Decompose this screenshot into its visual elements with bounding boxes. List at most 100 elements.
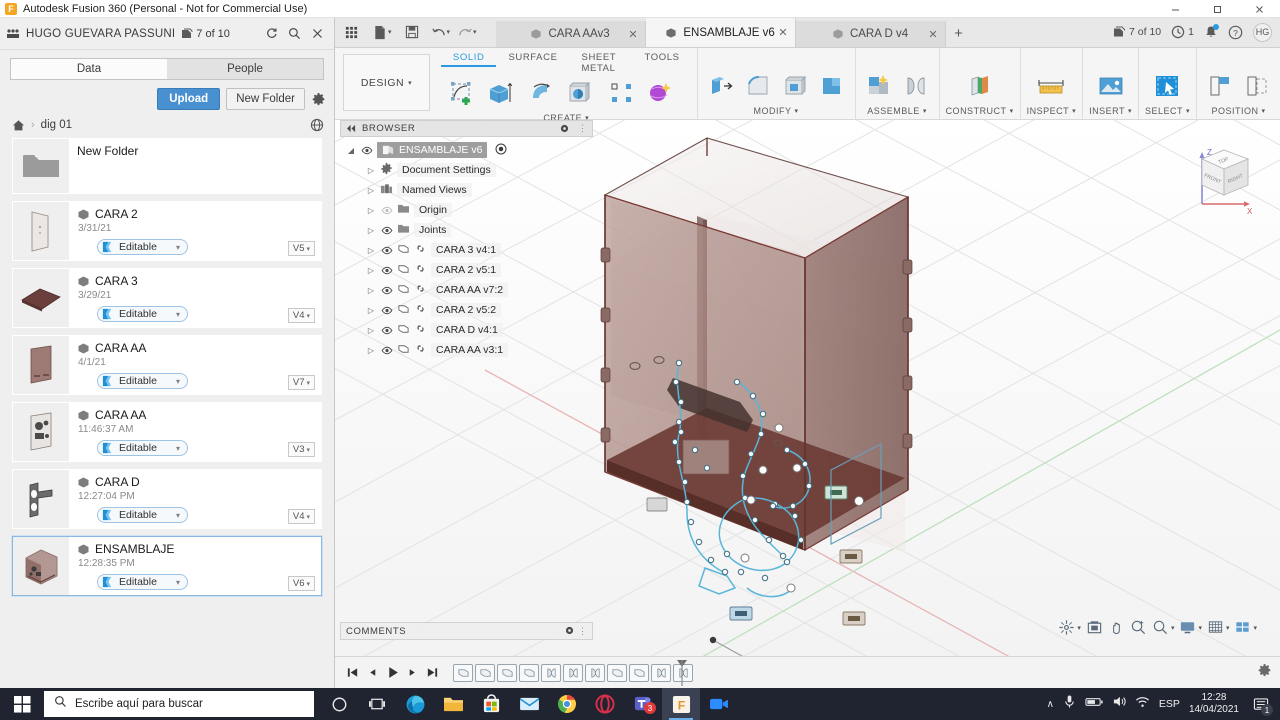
view-cube[interactable]: Z X TOP FRONT RIGHT <box>1188 138 1262 218</box>
tab-data[interactable]: Data <box>10 58 167 80</box>
volume-icon[interactable] <box>1112 695 1126 713</box>
doc-tab-cara-d[interactable]: CARA D v4 ✕ <box>795 21 946 47</box>
permission-dropdown[interactable]: Editable ▾ <box>97 239 188 255</box>
visibility-eye-icon[interactable] <box>380 326 393 335</box>
refresh-icon[interactable] <box>265 27 278 40</box>
notifications-button[interactable] <box>1204 24 1219 39</box>
look-at-button[interactable] <box>1085 617 1104 638</box>
panel-label-assemble[interactable]: ASSEMBLE ▾ <box>867 105 927 119</box>
insert-mcmaster-button[interactable] <box>1094 69 1128 103</box>
panel-label-construct[interactable]: CONSTRUCT ▾ <box>946 105 1014 119</box>
list-item[interactable]: CARA AA 4/1/21 Editable ▾ V7 ▾ <box>12 335 322 395</box>
visibility-eye-icon[interactable] <box>380 246 393 255</box>
expand-triangle-icon[interactable]: ▷ <box>366 326 376 335</box>
collapse-left-icon[interactable] <box>346 120 357 138</box>
visibility-eye-icon[interactable] <box>380 346 393 355</box>
timeline-feature[interactable] <box>629 663 649 682</box>
expand-triangle-icon[interactable]: ▷ <box>366 286 376 295</box>
avatar[interactable]: HG <box>1253 22 1272 42</box>
tab-people[interactable]: People <box>167 58 324 80</box>
list-item[interactable]: New Folder <box>12 138 322 194</box>
expand-triangle-icon[interactable]: ▷ <box>366 186 376 195</box>
viewports-button[interactable]: ▾ <box>1233 617 1258 638</box>
close-icon[interactable]: ✕ <box>778 26 787 39</box>
permission-dropdown[interactable]: Editable ▾ <box>97 306 188 322</box>
measure-button[interactable] <box>1034 69 1068 103</box>
opera-button[interactable] <box>586 688 624 720</box>
zoom-app-button[interactable] <box>700 688 738 720</box>
rib-button[interactable] <box>605 76 639 110</box>
capture-position-button[interactable] <box>1203 69 1237 103</box>
tree-node-cara-2-v5-1[interactable]: ▷ CARA 2 v5:1 <box>344 260 593 280</box>
battery-icon[interactable] <box>1085 695 1103 713</box>
expand-triangle-icon[interactable]: ▷ <box>366 246 376 255</box>
microphone-icon[interactable] <box>1063 694 1076 714</box>
play-button[interactable] <box>383 663 401 683</box>
combine-button[interactable] <box>815 69 849 103</box>
root-radio-icon[interactable] <box>495 143 507 158</box>
hole-button[interactable] <box>562 76 596 110</box>
zoom-button[interactable] <box>1129 617 1148 638</box>
timeline-feature[interactable] <box>585 663 605 682</box>
offset-plane-button[interactable] <box>963 69 997 103</box>
file-explorer-button[interactable] <box>434 688 472 720</box>
undo-button[interactable]: ▾ <box>429 24 454 41</box>
browser-options-icon[interactable] <box>560 120 569 138</box>
tree-node-named-views[interactable]: ▷ Named Views <box>344 180 593 200</box>
permission-dropdown[interactable]: Editable ▾ <box>97 373 188 389</box>
expand-triangle-icon[interactable]: ◢ <box>346 146 356 155</box>
windows-start-icon[interactable] <box>0 688 44 720</box>
visibility-eye-icon[interactable] <box>380 266 393 275</box>
tree-node-document-settings[interactable]: ▷ Document Settings <box>344 160 593 180</box>
visibility-eye-icon[interactable] <box>380 286 393 295</box>
visibility-eye-icon[interactable] <box>380 206 393 215</box>
tree-node-cara-aa-v3-1[interactable]: ▷ CARA AA v3:1 <box>344 340 593 360</box>
new-component-button[interactable] <box>862 69 896 103</box>
cortana-button[interactable] <box>320 688 358 720</box>
minimize-button[interactable] <box>1154 0 1196 18</box>
language-indicator[interactable]: ESP <box>1159 698 1180 710</box>
new-folder-button[interactable]: New Folder <box>226 88 305 110</box>
close-icon[interactable]: ✕ <box>928 28 937 41</box>
list-item-selected[interactable]: ENSAMBLAJE 12:28:35 PM Editable ▾ V6 ▾ <box>12 536 322 596</box>
save-button[interactable] <box>402 23 422 41</box>
list-item[interactable]: CARA AA 11:46:37 AM Editable ▾ V3 ▾ <box>12 402 322 462</box>
visibility-eye-icon[interactable] <box>380 226 393 235</box>
mail-button[interactable] <box>510 688 548 720</box>
close-button[interactable] <box>1238 0 1280 18</box>
3d-viewport[interactable]: BROWSER ⋮ ◢ ENSAMBLAJE v6 ▷ Document Set… <box>335 120 1280 688</box>
job-status-button[interactable]: 1 <box>1171 25 1194 39</box>
step-back-button[interactable] <box>363 663 381 683</box>
data-panel-file-list[interactable]: New Folder CARA 2 3/31/21 Editable ▾ V5 … <box>0 138 334 678</box>
timeline-feature[interactable] <box>519 663 539 682</box>
tree-node-cara-2-v5-2[interactable]: ▷ CARA 2 v5:2 <box>344 300 593 320</box>
panel-label-modify[interactable]: MODIFY ▾ <box>754 105 799 119</box>
revert-position-button[interactable] <box>1240 69 1274 103</box>
fusion-button[interactable]: F <box>662 688 700 720</box>
permission-dropdown[interactable]: Editable ▾ <box>97 507 188 523</box>
ribbon-tab-tools[interactable]: TOOLS <box>633 48 692 65</box>
wifi-icon[interactable] <box>1135 695 1150 713</box>
expand-triangle-icon[interactable]: ▷ <box>366 226 376 235</box>
list-item[interactable]: CARA D 12:27:04 PM Editable ▾ V4 ▾ <box>12 469 322 529</box>
timeline-feature[interactable] <box>541 663 561 682</box>
fit-button[interactable]: ▾ <box>1151 617 1176 638</box>
tray-chevron-icon[interactable]: ∧ <box>1047 699 1054 710</box>
press-pull-button[interactable] <box>704 69 738 103</box>
home-icon[interactable] <box>12 119 25 132</box>
fillet-button[interactable] <box>741 69 775 103</box>
globe-icon[interactable] <box>310 118 324 132</box>
comments-options-icon[interactable] <box>565 622 574 640</box>
tree-node-joints[interactable]: ▷ Joints <box>344 220 593 240</box>
orbit-button[interactable]: ▾ <box>1057 617 1082 638</box>
redo-button[interactable]: ▾ <box>455 24 480 41</box>
grid-snaps-button[interactable]: ▾ <box>1206 617 1231 638</box>
version-badge[interactable]: V6 ▾ <box>287 576 315 591</box>
taskbar-search-box[interactable]: Escribe aquí para buscar <box>44 691 314 717</box>
store-button[interactable] <box>472 688 510 720</box>
expand-triangle-icon[interactable]: ▷ <box>366 166 376 175</box>
tree-node-root[interactable]: ◢ ENSAMBLAJE v6 <box>344 140 593 160</box>
visibility-eye-icon[interactable] <box>380 306 393 315</box>
expand-triangle-icon[interactable]: ▷ <box>366 206 376 215</box>
expand-triangle-icon[interactable]: ▷ <box>366 346 376 355</box>
